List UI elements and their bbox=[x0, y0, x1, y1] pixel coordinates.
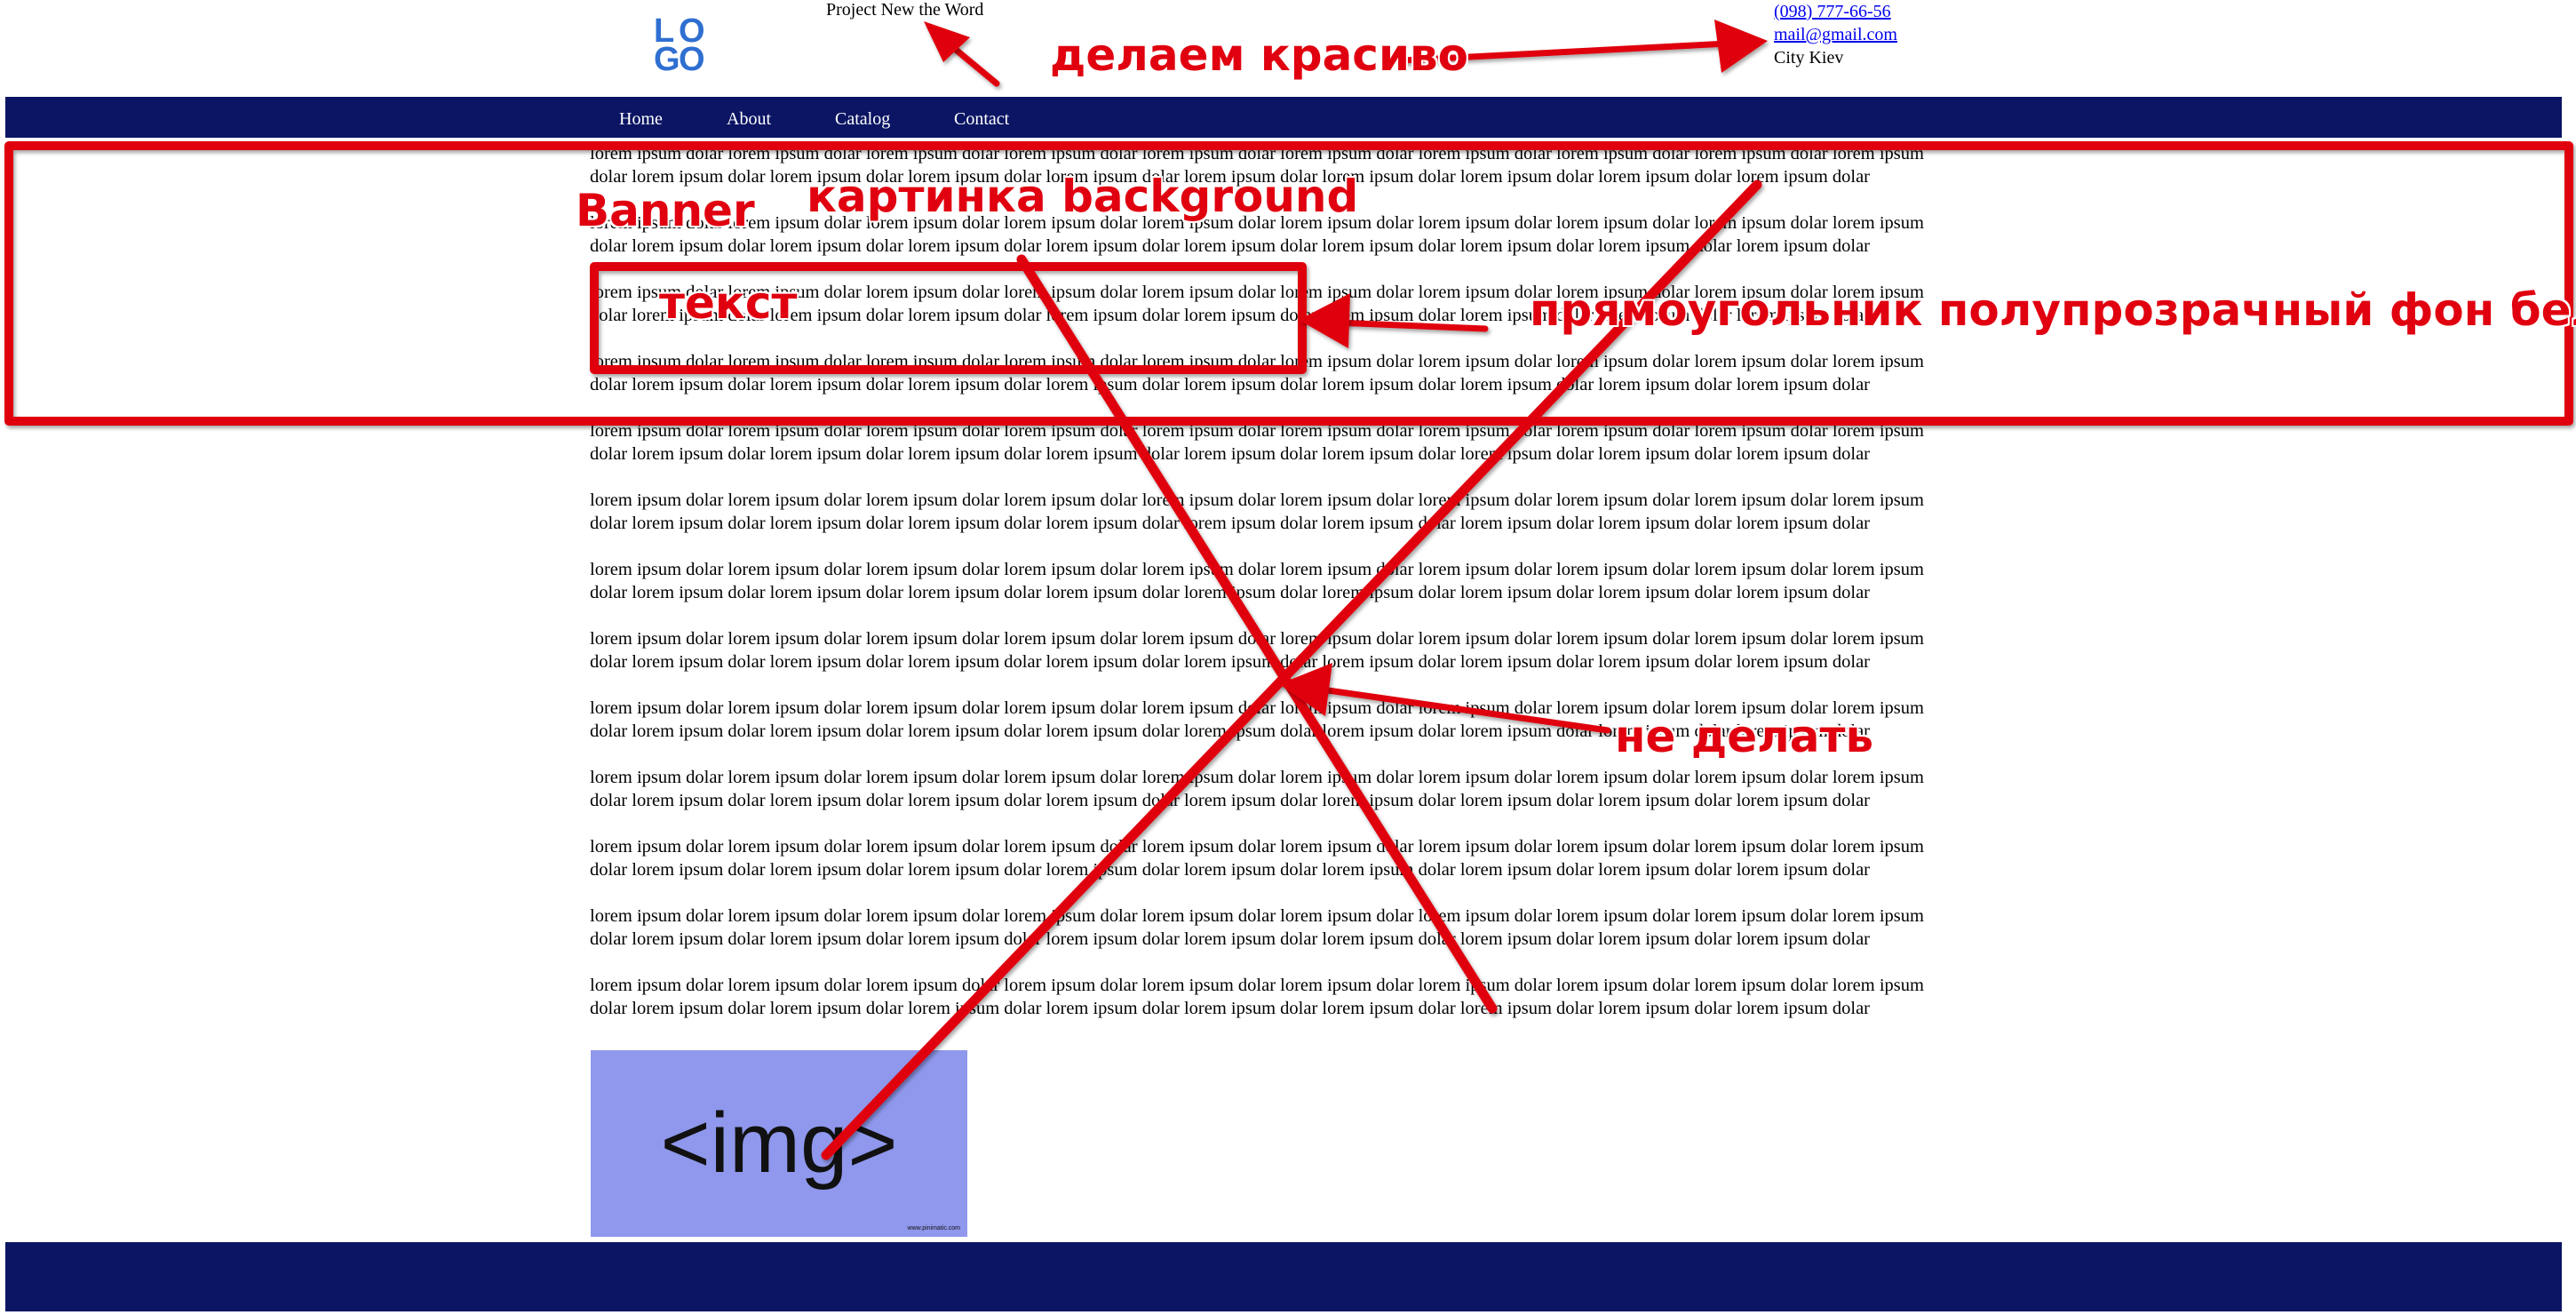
lorem-paragraph: lorem ipsum dolar lorem ipsum dolar lore… bbox=[590, 976, 1924, 1018]
lorem-paragraph: lorem ipsum dolar lorem ipsum dolar lore… bbox=[590, 490, 1924, 533]
logo[interactable]: L O G O bbox=[652, 14, 709, 76]
site-title: Project New the Word bbox=[826, 0, 984, 20]
lorem-paragraph: lorem ipsum dolar lorem ipsum dolar lore… bbox=[590, 768, 1924, 810]
annotation-background-picture: картинка background bbox=[807, 171, 1359, 222]
arrow-head bbox=[924, 21, 970, 62]
lorem-paragraph: lorem ipsum dolar lorem ipsum dolar lore… bbox=[590, 906, 1924, 949]
lorem-paragraph: lorem ipsum dolar lorem ipsum dolar lore… bbox=[590, 421, 1924, 464]
nav-bar: Home About Catalog Contact bbox=[5, 97, 2562, 138]
arrow-line bbox=[931, 28, 1000, 87]
nav-item-catalog[interactable]: Catalog bbox=[835, 109, 890, 130]
annotation-do-not: не делать bbox=[1615, 711, 1874, 762]
nav-item-contact[interactable]: Contact bbox=[954, 109, 1009, 130]
image-placeholder-label: <img> bbox=[660, 1096, 898, 1191]
lorem-paragraph: lorem ipsum dolar lorem ipsum dolar lore… bbox=[590, 629, 1924, 672]
lorem-paragraph: lorem ipsum dolar lorem ipsum dolar lore… bbox=[590, 837, 1924, 880]
lorem-paragraph: lorem ipsum dolar lorem ipsum dolar lore… bbox=[590, 560, 1924, 602]
logo-letter: O bbox=[679, 41, 705, 78]
lorem-paragraph: lorem ipsum dolar lorem ipsum dolar lore… bbox=[590, 352, 1924, 394]
image-credit: www.pinimatic.com bbox=[907, 1225, 960, 1231]
arrow-head bbox=[1714, 20, 1768, 73]
email-link[interactable]: mail@gmail.com bbox=[1774, 23, 1897, 46]
city-text: City Kiev bbox=[1774, 48, 1844, 68]
nav-item-home[interactable]: Home bbox=[619, 109, 663, 130]
annotation-text: текст bbox=[659, 277, 798, 329]
image-placeholder: <img> www.pinimatic.com bbox=[591, 1050, 967, 1237]
annotation-rectangle: прямоугольник полупрозрачный фон белый bbox=[1530, 284, 2576, 336]
footer bbox=[5, 1242, 2562, 1311]
contacts-block: (098) 777-66-56 mail@gmail.com City Kiev bbox=[1774, 0, 1897, 69]
nav-item-about[interactable]: About bbox=[727, 109, 771, 130]
logo-letter: G bbox=[654, 41, 680, 78]
annotation-make-pretty: делаем красиво bbox=[1050, 29, 1468, 81]
annotation-banner: Banner bbox=[576, 185, 755, 236]
phone-link[interactable]: (098) 777-66-56 bbox=[1774, 0, 1897, 23]
